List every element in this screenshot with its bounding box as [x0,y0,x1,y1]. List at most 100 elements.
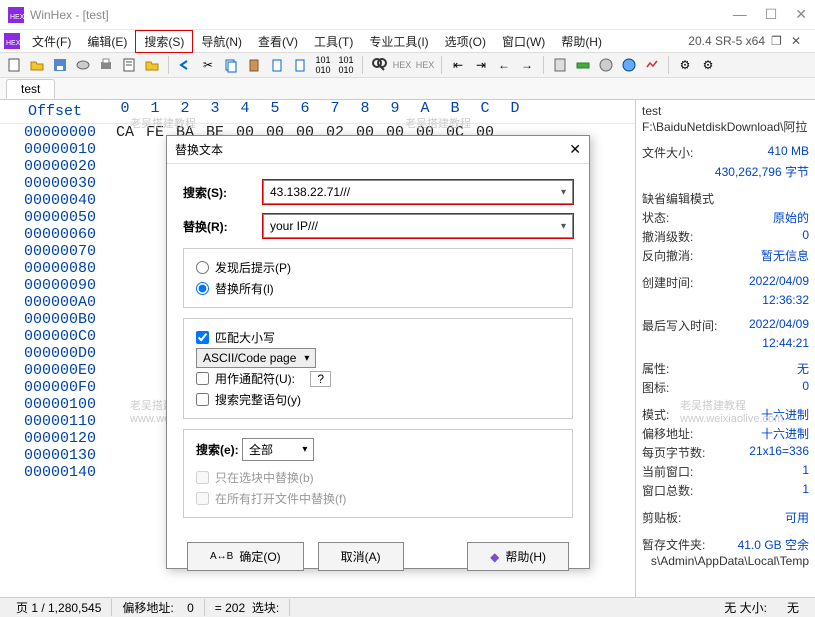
hex-byte[interactable] [110,141,140,158]
hex-byte[interactable] [110,464,140,481]
status-size-value: 无 [787,601,799,615]
binary2-icon[interactable]: 101010 [336,55,356,75]
chevron-down-icon: ▾ [302,444,307,455]
paste2-icon[interactable] [290,55,310,75]
menu-options[interactable]: 选项(O) [437,31,494,52]
wildcard-char[interactable]: ? [310,371,331,387]
search-input[interactable]: 43.138.22.71///▾ [263,180,573,204]
analyze-icon[interactable] [642,55,662,75]
ok-button[interactable]: A↔B确定(O) [187,542,304,571]
hdd-icon[interactable] [73,55,93,75]
hex-byte[interactable] [110,345,140,362]
new-icon[interactable] [4,55,24,75]
hex-byte[interactable] [110,311,140,328]
find-icon[interactable] [369,55,389,75]
hex-byte[interactable] [110,260,140,277]
menu-nav[interactable]: 导航(N) [193,31,250,52]
menu-file[interactable]: 文件(F) [24,31,79,52]
replace-input[interactable]: your IP///▾ [263,214,573,238]
find-hex-icon[interactable]: HEX [392,55,412,75]
hex-byte[interactable] [110,175,140,192]
state-label: 状态: [642,209,669,226]
offset-value: 00000040 [0,192,110,209]
search-label: 搜索(S): [183,184,263,201]
tab-test[interactable]: test [6,79,55,99]
mdi-close-icon[interactable]: ✕ [791,34,805,48]
undo-value: 0 [802,228,809,245]
hex-col-header: 5 [260,100,290,123]
hex-byte[interactable] [110,192,140,209]
hex-byte[interactable] [110,277,140,294]
offset-value: 00000080 [0,260,110,277]
hex-byte[interactable] [110,209,140,226]
hex-byte[interactable] [110,379,140,396]
chevron-down-icon[interactable]: ▾ [561,187,566,198]
menu-help[interactable]: 帮助(H) [553,31,610,52]
hex-byte[interactable] [110,430,140,447]
close-button[interactable]: ✕ [795,6,807,23]
maximize-button[interactable]: ☐ [765,6,778,23]
hex-byte[interactable] [110,158,140,175]
menu-window[interactable]: 窗口(W) [494,31,553,52]
attr-value: 无 [797,360,809,377]
cancel-button[interactable]: 取消(A) [318,542,404,571]
dialog-close-button[interactable]: ✕ [569,141,581,158]
offset-value: 000000F0 [0,379,110,396]
scope-select[interactable]: 全部 ▾ [242,438,314,461]
status-sel-label: 选块: [252,601,279,615]
disk2-icon[interactable] [619,55,639,75]
hex-col-header: 6 [290,100,320,123]
forward-icon[interactable]: → [517,55,537,75]
hex-byte[interactable] [110,328,140,345]
binary-icon[interactable]: 101010 [313,55,333,75]
menu-tools[interactable]: 工具(T) [306,31,361,52]
paste-icon[interactable] [267,55,287,75]
disk-icon[interactable] [596,55,616,75]
open-icon[interactable] [27,55,47,75]
menu-search[interactable]: 搜索(S) [135,30,193,53]
hex-col-header: 9 [380,100,410,123]
goto-start-icon[interactable]: ⇤ [448,55,468,75]
cut-icon[interactable]: ✂ [198,55,218,75]
find-hex2-icon[interactable]: HEX [415,55,435,75]
folder-icon[interactable] [142,55,162,75]
hex-byte[interactable] [110,413,140,430]
clipboard-icon[interactable] [244,55,264,75]
properties-icon[interactable] [119,55,139,75]
help-button[interactable]: ◆帮助(H) [467,542,569,571]
chevron-down-icon[interactable]: ▾ [561,221,566,232]
print-icon[interactable] [96,55,116,75]
ram-icon[interactable] [573,55,593,75]
hex-byte[interactable] [110,226,140,243]
copy-icon[interactable] [221,55,241,75]
radio-replace-all[interactable]: 替换所有(l) [196,278,560,299]
restore-icon[interactable]: ❐ [771,34,785,48]
checkbox-match-case[interactable]: 匹配大小写 [196,327,560,348]
gear-icon[interactable]: ⚙ [675,55,695,75]
radio-prompt[interactable]: 发现后提示(P) [196,257,560,278]
back-icon[interactable]: ← [494,55,514,75]
offset-value: 00000110 [0,413,110,430]
hex-byte[interactable] [110,447,140,464]
goto-end-icon[interactable]: ⇥ [471,55,491,75]
menu-view[interactable]: 查看(V) [250,31,306,52]
offset-value: 00000120 [0,430,110,447]
checkbox-wildcard[interactable]: 用作通配符(U): ? [196,368,560,389]
hex-byte[interactable] [110,243,140,260]
curwin-label: 当前窗口: [642,463,693,480]
app-icon: HEX [8,7,24,23]
codepage-select[interactable]: ASCII/Code page▾ [196,348,316,368]
minimize-button[interactable]: — [733,6,747,23]
menu-protools[interactable]: 专业工具(I) [361,31,436,52]
menu-edit[interactable]: 编辑(E) [79,31,135,52]
checkbox-whole-word[interactable]: 搜索完整语句(y) [196,389,560,410]
undo-icon[interactable] [175,55,195,75]
calc-icon[interactable] [550,55,570,75]
hex-byte[interactable]: CA [110,124,140,141]
hex-byte[interactable] [110,362,140,379]
gears-icon[interactable]: ⚙ [698,55,718,75]
hex-byte[interactable] [110,396,140,413]
save-icon[interactable] [50,55,70,75]
temp-label: 暂存文件夹: [642,536,705,553]
hex-byte[interactable] [110,294,140,311]
